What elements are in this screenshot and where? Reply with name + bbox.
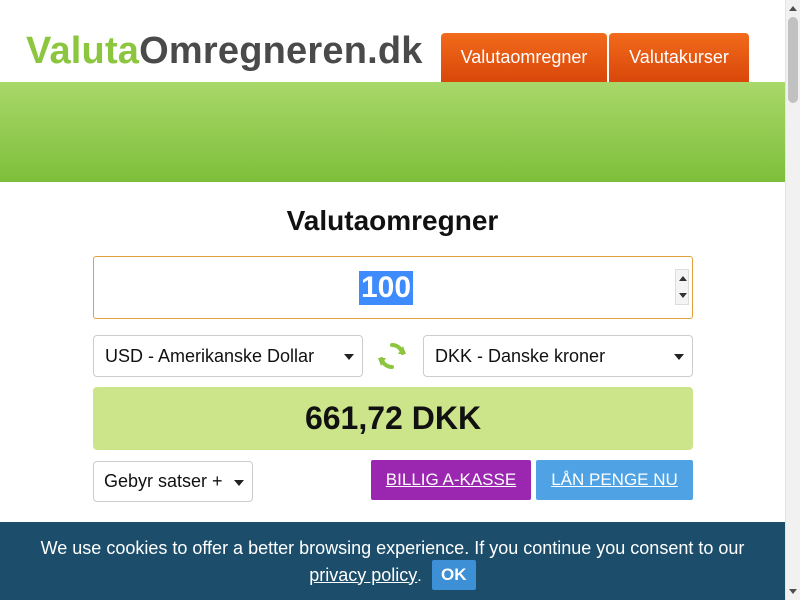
laan-penge-button[interactable]: LÅN PENGE NU bbox=[536, 460, 693, 500]
chevron-down-icon bbox=[344, 354, 354, 360]
privacy-policy-link[interactable]: privacy policy bbox=[309, 565, 417, 585]
site-header: ValutaOmregneren.dk Valutaomregner Valut… bbox=[0, 0, 785, 82]
spinner-down-icon[interactable] bbox=[679, 293, 687, 298]
billig-a-kasse-button[interactable]: BILLIG A-KASSE bbox=[371, 460, 531, 500]
from-currency-select[interactable]: USD - Amerikanske Dollar bbox=[93, 335, 363, 377]
cookie-banner: We use cookies to offer a better browsin… bbox=[0, 522, 785, 600]
site-logo[interactable]: ValutaOmregneren.dk bbox=[26, 30, 423, 72]
to-currency-value: DKK - Danske kroner bbox=[435, 345, 606, 366]
logo-part-omregneren: Omregneren.dk bbox=[139, 30, 423, 72]
cookie-actions: privacy policy. OK bbox=[0, 560, 785, 590]
swap-currencies-button[interactable] bbox=[377, 341, 407, 371]
nav-tab-valutaomregner[interactable]: Valutaomregner bbox=[441, 33, 607, 82]
scrollbar-thumb[interactable] bbox=[788, 17, 798, 103]
logo-part-valuta: Valuta bbox=[26, 30, 140, 72]
from-currency-value: USD - Amerikanske Dollar bbox=[105, 345, 315, 366]
refresh-arrows-icon bbox=[378, 343, 406, 369]
to-currency-select[interactable]: DKK - Danske kroner bbox=[423, 335, 693, 377]
page-title: Valutaomregner bbox=[286, 205, 499, 236]
amount-value: 100 bbox=[359, 271, 414, 305]
amount-spinner[interactable] bbox=[675, 269, 689, 305]
header-banner bbox=[0, 82, 785, 182]
nav-tab-valutakurser[interactable]: Valutakurser bbox=[609, 33, 749, 82]
chevron-down-icon bbox=[234, 480, 244, 486]
spinner-up-icon[interactable] bbox=[679, 276, 687, 281]
scroll-up-icon[interactable] bbox=[789, 6, 797, 11]
cookie-text: We use cookies to offer a better browsin… bbox=[40, 538, 745, 558]
cookie-suffix: . bbox=[417, 567, 422, 585]
vertical-scrollbar[interactable] bbox=[785, 0, 800, 600]
chevron-down-icon bbox=[674, 354, 684, 360]
conversion-result: 661,72 DKK bbox=[93, 387, 693, 450]
amount-input[interactable]: 100 bbox=[93, 256, 693, 319]
scroll-down-icon[interactable] bbox=[789, 589, 797, 594]
cookie-ok-button[interactable]: OK bbox=[431, 560, 476, 590]
fee-select[interactable]: Gebyr satser + bbox=[93, 461, 253, 502]
fee-select-value: Gebyr satser + bbox=[104, 471, 223, 491]
page: ValutaOmregneren.dk Valutaomregner Valut… bbox=[0, 0, 785, 600]
